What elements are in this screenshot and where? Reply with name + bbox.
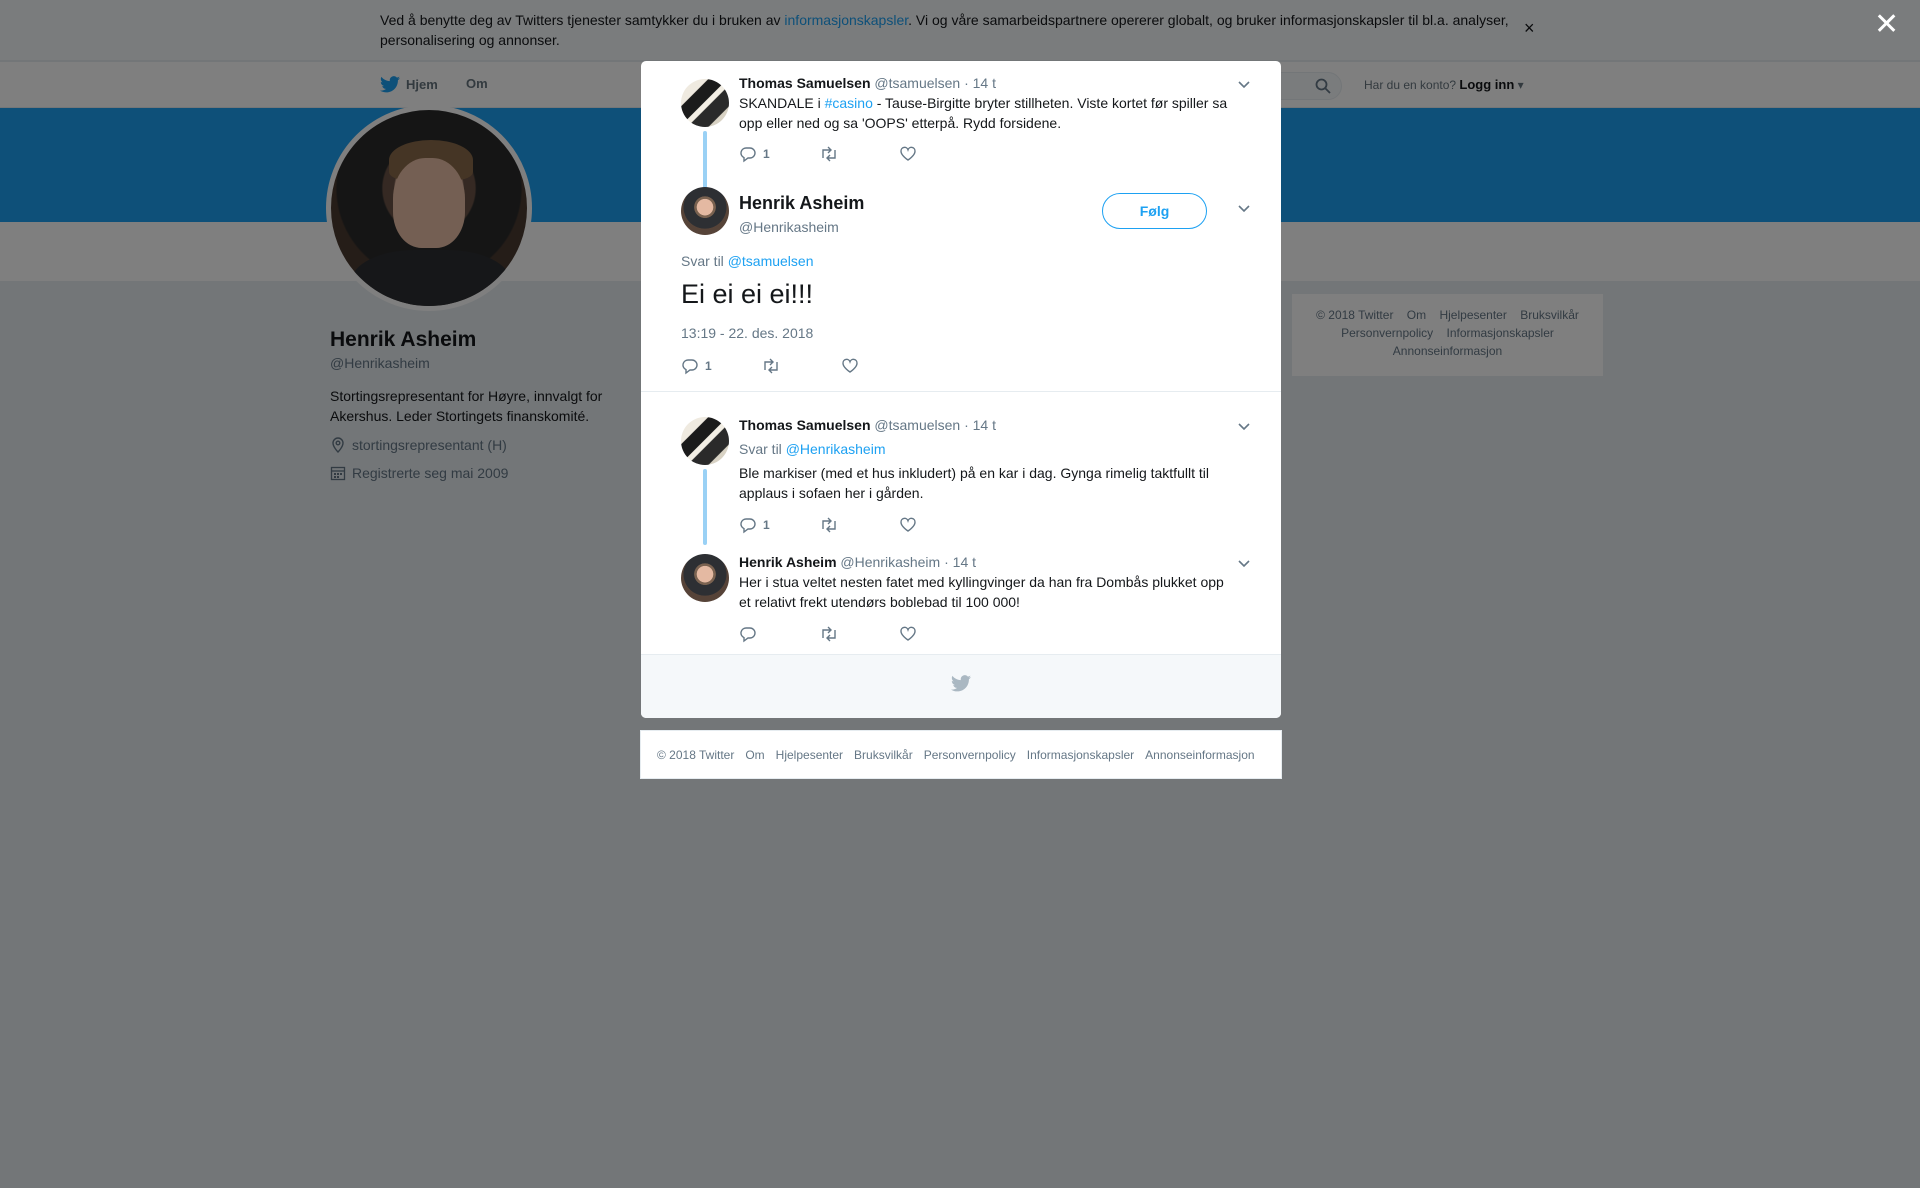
reply-to: Svar til @Henrikasheim [739, 441, 886, 457]
parent-tweet[interactable]: Thomas Samuelsen @tsamuelsen · 14 t SKAN… [681, 75, 1251, 193]
reply-to-handle[interactable]: @tsamuelsen [728, 253, 814, 269]
chevron-down-icon[interactable] [1237, 201, 1251, 215]
tweet-text: Ble markiser (med et hus inkludert) på e… [739, 465, 1209, 501]
footer-privacy[interactable]: Personvernpolicy [924, 748, 1016, 762]
tweet-actions: 1 [739, 516, 979, 534]
reply-icon [740, 627, 756, 643]
overlay-close-button[interactable]: ✕ [1874, 10, 1899, 40]
retweet-icon [764, 358, 778, 374]
tweet-time[interactable]: · 14 t [944, 554, 976, 570]
hashtag-link[interactable]: #casino [825, 95, 873, 111]
tweet-timestamp[interactable]: 13:19 - 22. des. 2018 [681, 325, 813, 341]
avatar[interactable] [681, 417, 729, 465]
chevron-down-icon[interactable] [1237, 419, 1251, 433]
thread-line [703, 469, 707, 545]
reply-tweet[interactable]: Thomas Samuelsen @tsamuelsen · 14 t Svar… [681, 417, 1251, 547]
divider [641, 391, 1281, 392]
tweet-actions: 1 [681, 357, 921, 375]
like-button[interactable] [899, 516, 979, 534]
reply-icon [682, 359, 698, 375]
tweet-header: Thomas Samuelsen @tsamuelsen · 14 t [739, 417, 996, 433]
tweet-time[interactable]: · 14 t [964, 75, 996, 91]
heart-icon [900, 146, 916, 161]
tweet-actions [739, 625, 979, 643]
author-name[interactable]: Henrik Asheim [739, 554, 837, 570]
chevron-down-icon[interactable] [1237, 556, 1251, 570]
bird-icon [951, 675, 971, 692]
footer-about[interactable]: Om [745, 748, 764, 762]
reply-icon [740, 518, 756, 534]
author-name[interactable]: Henrik Asheim [739, 193, 864, 214]
retweet-icon [822, 626, 836, 642]
modal-footer [641, 654, 1281, 718]
like-button[interactable] [899, 145, 979, 163]
heart-icon [900, 517, 916, 532]
author-handle[interactable]: @Henrikasheim [840, 554, 940, 570]
retweet-button[interactable] [819, 145, 899, 163]
retweet-icon [822, 146, 836, 162]
reply-tweet[interactable]: Henrik Asheim @Henrikasheim · 14 t Her i… [681, 554, 1251, 646]
reply-to: Svar til @tsamuelsen [681, 253, 814, 269]
footer-cookies[interactable]: Informasjonskapsler [1027, 748, 1134, 762]
author-name[interactable]: Thomas Samuelsen [739, 75, 871, 91]
reply-icon [740, 147, 756, 163]
footer-terms[interactable]: Bruksvilkår [854, 748, 913, 762]
tweet-text: Her i stua veltet nesten fatet med kylli… [739, 574, 1224, 610]
thread-line [703, 131, 707, 193]
reply-count: 1 [763, 518, 770, 532]
reply-count: 1 [705, 359, 712, 373]
avatar[interactable] [681, 187, 729, 235]
page-footer: © 2018 Twitter Om Hjelpesenter Bruksvilk… [640, 730, 1282, 779]
reply-count: 1 [763, 147, 770, 161]
tweet-header: Thomas Samuelsen @tsamuelsen · 14 t [739, 75, 996, 91]
author-handle[interactable]: @tsamuelsen [874, 75, 960, 91]
like-button[interactable] [841, 357, 921, 375]
author-name[interactable]: Thomas Samuelsen [739, 417, 871, 433]
follow-button[interactable]: Følg [1102, 193, 1207, 229]
retweet-button[interactable] [819, 516, 899, 534]
heart-icon [900, 626, 916, 641]
tweet-header: Henrik Asheim @Henrikasheim · 14 t [739, 554, 976, 570]
retweet-button[interactable] [819, 625, 899, 643]
chevron-down-icon[interactable] [1237, 77, 1251, 91]
tweet-actions: 1 [739, 145, 979, 163]
footer-ads[interactable]: Annonseinformasjon [1145, 748, 1254, 762]
tweet-text: SKANDALE i #casino - Tause-Birgitte bryt… [739, 95, 1228, 131]
avatar[interactable] [681, 79, 729, 127]
reply-button[interactable]: 1 [739, 516, 819, 534]
reply-button[interactable]: 1 [739, 145, 819, 163]
retweet-icon [822, 517, 836, 533]
tweet-time[interactable]: · 14 t [964, 417, 996, 433]
heart-icon [842, 358, 858, 373]
reply-button[interactable] [739, 625, 819, 643]
retweet-button[interactable] [761, 357, 841, 375]
reply-button[interactable]: 1 [681, 357, 761, 375]
reply-to-handle[interactable]: @Henrikasheim [786, 441, 886, 457]
author-handle[interactable]: @Henrikasheim [739, 219, 839, 235]
footer-copyright: © 2018 Twitter [657, 747, 735, 762]
like-button[interactable] [899, 625, 979, 643]
avatar[interactable] [681, 554, 729, 602]
author-handle[interactable]: @tsamuelsen [874, 417, 960, 433]
tweet-modal: Thomas Samuelsen @tsamuelsen · 14 t SKAN… [641, 61, 1281, 718]
tweet-text: Ei ei ei ei!!! [681, 279, 814, 309]
footer-help[interactable]: Hjelpesenter [776, 748, 843, 762]
